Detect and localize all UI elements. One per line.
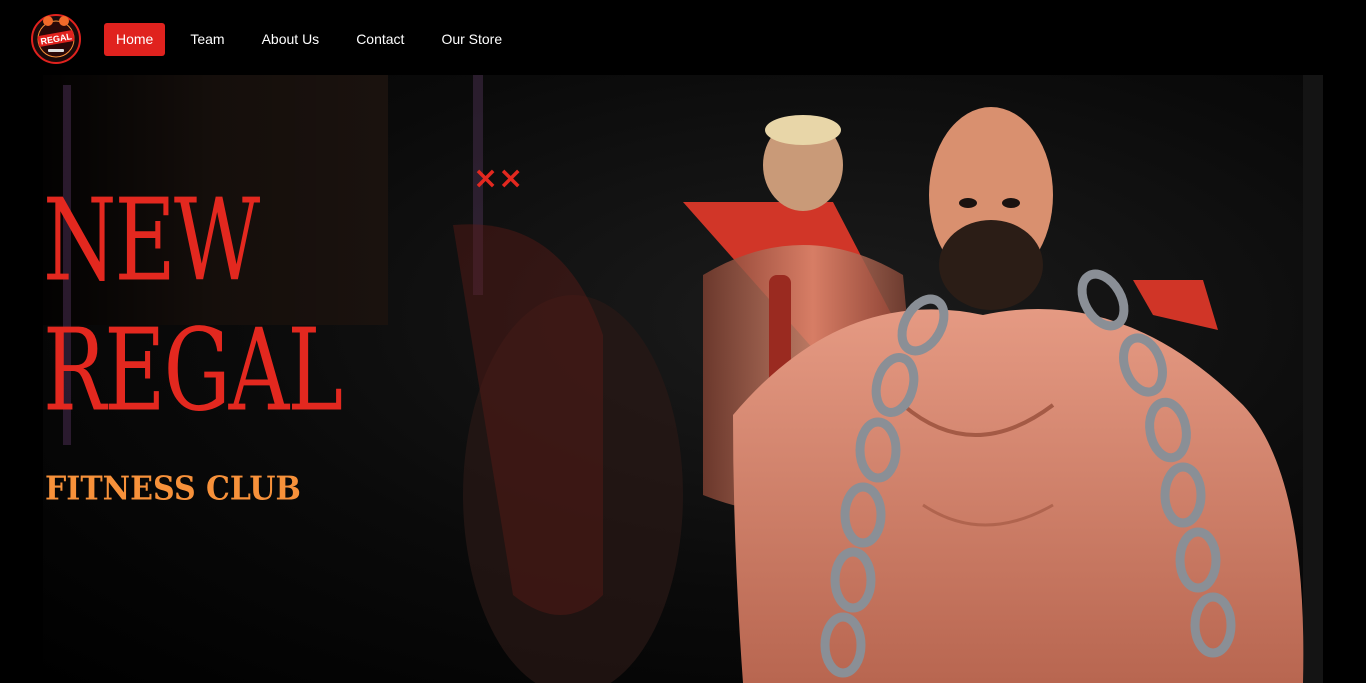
nav-team[interactable]: Team bbox=[178, 23, 236, 56]
hero-banner: ×× NEW REGAL FITNESS CLUB bbox=[43, 75, 1323, 683]
main-nav: Home Team About Us Contact Our Store bbox=[104, 23, 527, 56]
navbar: REGAL Home Team About Us Contact Our Sto… bbox=[0, 0, 1366, 75]
hero-title-line1: NEW bbox=[43, 174, 260, 307]
decorative-x-marks: ×× bbox=[473, 161, 524, 196]
nav-home[interactable]: Home bbox=[104, 23, 166, 56]
logo-icon: REGAL bbox=[31, 14, 81, 64]
hero-title-line2: REGAL bbox=[43, 304, 343, 437]
regal-logo[interactable]: REGAL bbox=[28, 9, 84, 65]
nav-our-store[interactable]: Our Store bbox=[429, 23, 514, 56]
nav-contact[interactable]: Contact bbox=[344, 23, 416, 56]
hero-subtitle: FITNESS CLUB bbox=[45, 470, 301, 509]
nav-about-us[interactable]: About Us bbox=[250, 23, 332, 56]
